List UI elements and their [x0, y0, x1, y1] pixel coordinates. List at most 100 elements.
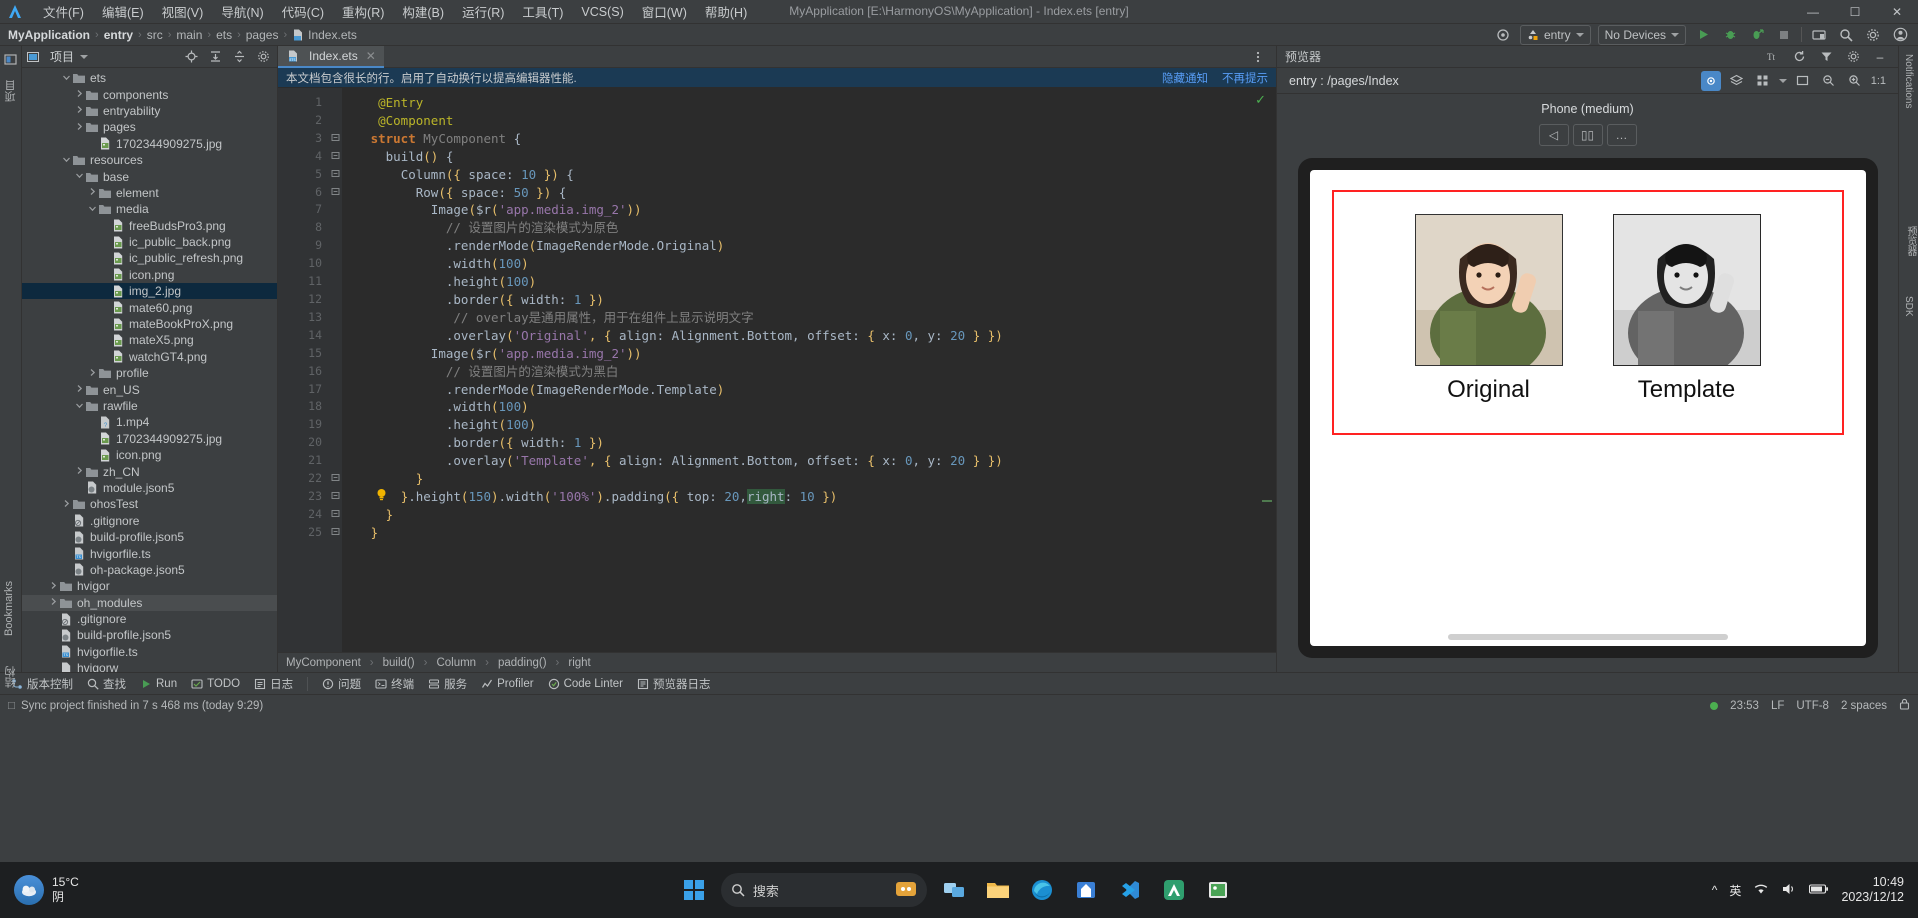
vscode-icon[interactable]: [1113, 873, 1147, 907]
fold-marker[interactable]: [328, 184, 342, 202]
device-manager-icon[interactable]: [1809, 25, 1829, 45]
menu-item-7[interactable]: 运行(R): [453, 0, 513, 23]
fold-marker[interactable]: [328, 363, 342, 381]
tree-expand-arrow-icon[interactable]: [87, 187, 98, 198]
profile-button[interactable]: [1747, 25, 1767, 45]
refresh-icon[interactable]: [1789, 47, 1809, 67]
stop-button[interactable]: [1774, 25, 1794, 45]
tool-window---[interactable]: 服务: [421, 674, 474, 694]
tree-item-hvigor[interactable]: hvigor: [22, 578, 277, 594]
deveco-studio-icon[interactable]: [1157, 873, 1191, 907]
structure-crumb-3[interactable]: padding(): [498, 657, 547, 669]
locate-file-icon[interactable]: [181, 47, 201, 67]
multi-device-button[interactable]: ▯▯: [1572, 124, 1603, 146]
tree-item-build-profile-json5[interactable]: build-profile.json5: [22, 529, 277, 545]
tool-window-profiler[interactable]: Profiler: [474, 676, 540, 692]
hide-notification-link[interactable]: 隐藏通知: [1162, 70, 1208, 86]
menu-item-3[interactable]: 导航(N): [212, 0, 272, 23]
tree-item-oh-modules[interactable]: oh_modules: [22, 594, 277, 611]
breadcrumb-item-5[interactable]: pages: [246, 28, 279, 42]
close-button[interactable]: ✕: [1876, 0, 1918, 24]
code-line-24[interactable]: }: [348, 506, 1276, 524]
tree-item-oh-package-json5[interactable]: oh-package.json5: [22, 562, 277, 578]
tree-item-hvigorfile-ts[interactable]: TS hvigorfile.ts: [22, 644, 277, 660]
fold-marker[interactable]: [328, 237, 342, 255]
editor-options-icon[interactable]: [1248, 47, 1268, 67]
tree-item-components[interactable]: components: [22, 86, 277, 102]
fold-marker[interactable]: [328, 398, 342, 416]
lock-icon[interactable]: [1899, 698, 1910, 713]
code-fold-bar[interactable]: [328, 88, 342, 652]
store-icon[interactable]: [1069, 873, 1103, 907]
run-button[interactable]: [1693, 25, 1713, 45]
fold-marker[interactable]: [328, 470, 342, 488]
caret-position[interactable]: 23:53: [1730, 700, 1759, 712]
tree-item-matex5-png[interactable]: mateX5.png: [22, 332, 277, 348]
menu-item-5[interactable]: 重构(R): [333, 0, 393, 23]
fold-marker[interactable]: [328, 345, 342, 363]
tree-expand-arrow-icon[interactable]: [74, 171, 85, 182]
tray-expand-icon[interactable]: ^: [1712, 883, 1718, 897]
tree-item-watchgt4-png[interactable]: watchGT4.png: [22, 349, 277, 365]
tree-item-matebookprox-png[interactable]: mateBookProX.png: [22, 316, 277, 332]
tree-expand-arrow-icon[interactable]: [48, 597, 59, 608]
code-line-7[interactable]: Image($r('app.media.img_2')): [348, 201, 1276, 219]
fold-marker[interactable]: [328, 434, 342, 452]
gear-icon[interactable]: [1863, 25, 1883, 45]
tool-window-left-group[interactable]: 版本控制 查找 Run TODO 日志: [4, 674, 300, 694]
rail-label-sdk[interactable]: SDK: [1903, 296, 1914, 317]
file-explorer-icon[interactable]: [981, 873, 1015, 907]
tree-item-en-us[interactable]: en_US: [22, 381, 277, 397]
collapse-all-icon[interactable]: [229, 47, 249, 67]
fold-marker[interactable]: [328, 452, 342, 470]
file-encoding[interactable]: UTF-8: [1796, 700, 1829, 712]
tree-expand-arrow-icon[interactable]: [61, 155, 72, 166]
tree-item-hvigorw[interactable]: hvigorw: [22, 660, 277, 672]
fold-marker[interactable]: [328, 416, 342, 434]
code-line-11[interactable]: .height(100): [348, 273, 1276, 291]
tree-item-pages[interactable]: pages: [22, 119, 277, 135]
code-line-22[interactable]: }: [348, 470, 1276, 488]
preview-eye-icon[interactable]: [1493, 25, 1513, 45]
tree-expand-arrow-icon[interactable]: [74, 384, 85, 395]
fold-marker[interactable]: [328, 524, 342, 542]
breadcrumb-item-4[interactable]: ets: [216, 28, 232, 42]
tree-item-base[interactable]: base: [22, 168, 277, 184]
tool-window---[interactable]: 查找: [80, 674, 133, 694]
menu-item-11[interactable]: 帮助(H): [696, 0, 756, 23]
breadcrumb-file[interactable]: Index.ets: [292, 28, 357, 42]
expand-all-icon[interactable]: [205, 47, 225, 67]
rotate-left-button[interactable]: ◁: [1538, 124, 1569, 146]
code-line-8[interactable]: // 设置图片的渲染模式为原色: [348, 219, 1276, 237]
structure-crumb-2[interactable]: Column: [436, 657, 476, 669]
breadcrumb-item-1[interactable]: entry: [104, 28, 133, 42]
code-line-15[interactable]: Image($r('app.media.img_2')): [348, 345, 1276, 363]
menu-item-10[interactable]: 窗口(W): [633, 0, 696, 23]
chevron-down-icon[interactable]: [80, 54, 89, 59]
fold-marker[interactable]: [328, 309, 342, 327]
tree-item-icon-png[interactable]: icon.png: [22, 447, 277, 463]
indent-setting[interactable]: 2 spaces: [1841, 700, 1887, 712]
tool-window---[interactable]: 问题: [315, 674, 368, 694]
tree-expand-arrow-icon[interactable]: [74, 105, 85, 116]
tool-window-todo[interactable]: TODO: [184, 676, 247, 692]
structure-crumb-0[interactable]: MyComponent: [286, 657, 361, 669]
tree-expand-arrow-icon[interactable]: [87, 368, 98, 379]
taskbar-clock[interactable]: 10:49 2023/12/12: [1841, 875, 1904, 905]
menu-item-2[interactable]: 视图(V): [153, 0, 213, 23]
ime-indicator[interactable]: 英: [1729, 882, 1741, 899]
maximize-button[interactable]: ☐: [1834, 0, 1876, 24]
breadcrumb-item-0[interactable]: MyApplication: [8, 28, 90, 42]
layers-icon[interactable]: [1727, 71, 1747, 91]
close-icon[interactable]: ✕: [366, 49, 376, 63]
fold-marker[interactable]: [328, 148, 342, 166]
code-line-1[interactable]: @Entry: [348, 94, 1276, 112]
tree-item-ets[interactable]: ets: [22, 70, 277, 86]
tree-expand-arrow-icon[interactable]: [74, 466, 85, 477]
project-tree[interactable]: ets components entryability pages 1702344909…: [22, 68, 277, 672]
line-separator[interactable]: LF: [1771, 700, 1784, 712]
rail-label-notifications[interactable]: Notifications: [1903, 54, 1914, 108]
tree-expand-arrow-icon[interactable]: [87, 204, 98, 215]
code-line-3[interactable]: struct MyComponent {: [348, 130, 1276, 148]
tree-expand-arrow-icon[interactable]: [74, 401, 85, 412]
